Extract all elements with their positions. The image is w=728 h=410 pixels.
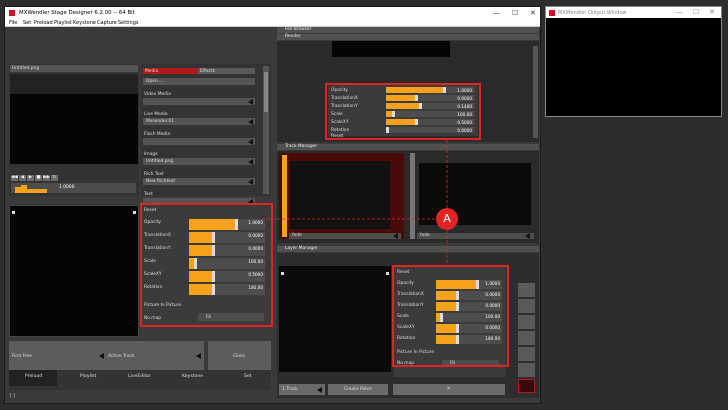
callout-label: A (443, 212, 451, 225)
annotation-overlay (262, 140, 448, 265)
callout-badge: A (436, 208, 458, 230)
